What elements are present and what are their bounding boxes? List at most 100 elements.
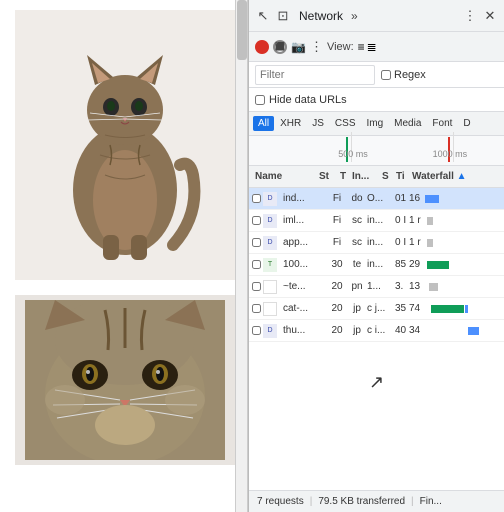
filter-xhr-button[interactable]: XHR	[275, 116, 306, 131]
row-time: 16	[409, 193, 425, 204]
devtools-toolbar: ↖ ⊡ Network » ⋮ ✕	[249, 0, 504, 32]
row-checkbox-area[interactable]	[249, 304, 263, 313]
row-type: jp	[347, 303, 367, 314]
row-status: 20	[327, 281, 347, 292]
row-status: 20	[327, 325, 347, 336]
hide-data-urls-row: Hide data URLs	[249, 88, 504, 112]
row-initiator: c j...	[367, 303, 395, 314]
more-panels-icon[interactable]: »	[351, 9, 358, 23]
table-header: Name St T In... S Ti Waterfall ▲	[249, 166, 504, 188]
cat-full-svg	[45, 25, 205, 265]
row-size: 01	[395, 193, 409, 204]
network-filter-icon[interactable]: ⋮	[310, 39, 323, 55]
row-checkbox-area[interactable]	[249, 216, 263, 225]
cursor-tool-icon[interactable]: ↖	[255, 8, 271, 24]
row-time: 29	[409, 259, 425, 270]
row-initiator: in...	[367, 259, 395, 270]
row-checkbox-area[interactable]	[249, 326, 263, 335]
regex-checkbox[interactable]	[381, 70, 391, 80]
row-type: sc	[347, 215, 367, 226]
row-checkbox-area[interactable]	[249, 194, 263, 203]
left-scrollbar[interactable]	[235, 0, 247, 512]
close-icon[interactable]: ✕	[482, 8, 498, 24]
requests-count: 7 requests	[257, 496, 304, 507]
row-waterfall	[425, 254, 504, 276]
table-row[interactable]: D iml... Fi sc in... 0 I 1 r	[249, 210, 504, 232]
filter-img-button[interactable]: Img	[361, 116, 388, 131]
stop-recording-button[interactable]: ⬛	[273, 40, 287, 54]
regex-label[interactable]: Regex	[381, 69, 426, 81]
filter-doc-button[interactable]: D	[458, 116, 475, 131]
col-header-initiator[interactable]: In...	[352, 171, 382, 182]
record-button[interactable]	[255, 40, 269, 54]
ellipsis-menu-icon[interactable]: ⋮	[462, 8, 478, 24]
table-row[interactable]: cat-... 20 jp c j... 35 74	[249, 298, 504, 320]
table-row[interactable]: D ind... Fi do O... 01 16	[249, 188, 504, 210]
table-row[interactable]: ~te... 20 pn 1... 3. 13	[249, 276, 504, 298]
row-checkbox[interactable]	[252, 238, 261, 247]
row-status: Fi	[327, 193, 347, 204]
col-header-waterfall[interactable]: Waterfall ▲	[412, 171, 504, 182]
devtools-panel: ↖ ⊡ Network » ⋮ ✕ ⬛ 📷 ⋮ View: ≡ ≣ Regex …	[248, 0, 504, 512]
row-checkbox[interactable]	[252, 216, 261, 225]
row-type: sc	[347, 237, 367, 248]
status-bar: 7 requests | 79.5 KB transferred | Fin..…	[249, 490, 504, 512]
detail-view-icon[interactable]: ≣	[367, 40, 377, 54]
view-options: ≡ ≣	[358, 40, 377, 54]
filter-font-button[interactable]: Font	[427, 116, 457, 131]
empty-table-area: ↗	[249, 342, 504, 422]
row-waterfall	[425, 232, 504, 254]
timeline-tick-1000: 1000 ms	[433, 149, 468, 159]
row-file-icon: D	[263, 192, 277, 206]
row-checkbox-area[interactable]	[249, 260, 263, 269]
col-header-status[interactable]: St	[314, 171, 334, 182]
filter-css-button[interactable]: CSS	[330, 116, 361, 131]
col-header-time[interactable]: Ti	[396, 171, 412, 182]
table-row[interactable]: D app... Fi sc in... 0 I 1 r	[249, 232, 504, 254]
row-status: Fi	[327, 237, 347, 248]
col-header-type[interactable]: T	[334, 171, 352, 182]
row-time: 74	[409, 303, 425, 314]
row-name: cat-...	[277, 303, 327, 314]
filter-input[interactable]	[255, 65, 375, 85]
row-waterfall	[425, 210, 504, 232]
row-checkbox[interactable]	[252, 304, 261, 313]
row-checkbox[interactable]	[252, 326, 261, 335]
row-waterfall	[425, 276, 504, 298]
row-size: 85	[395, 259, 409, 270]
row-checkbox[interactable]	[252, 282, 261, 291]
row-size: 35	[395, 303, 409, 314]
row-initiator: in...	[367, 237, 395, 248]
col-header-size[interactable]: S	[382, 171, 396, 182]
screenshot-icon[interactable]: 📷	[291, 40, 306, 54]
filter-js-button[interactable]: JS	[307, 116, 329, 131]
row-status: 20	[327, 303, 347, 314]
network-toolbar: ⬛ 📷 ⋮ View: ≡ ≣	[249, 32, 504, 62]
timeline-tick-500: 500 ms	[338, 149, 368, 159]
hide-data-urls-checkbox[interactable]	[255, 95, 265, 105]
filter-media-button[interactable]: Media	[389, 116, 426, 131]
list-view-icon[interactable]: ≡	[358, 40, 365, 54]
row-checkbox[interactable]	[252, 194, 261, 203]
cat-image-top	[15, 10, 235, 280]
timeline-header: 500 ms 1000 ms	[249, 136, 504, 166]
col-header-name[interactable]: Name	[249, 171, 314, 182]
left-panel	[0, 0, 248, 512]
row-status: Fi	[327, 215, 347, 226]
row-checkbox[interactable]	[252, 260, 261, 269]
row-size: 40	[395, 325, 409, 336]
device-emulation-icon[interactable]: ⊡	[275, 8, 291, 24]
left-scrollbar-thumb[interactable]	[237, 0, 247, 60]
network-table-body: D ind... Fi do O... 01 16 D iml... Fi sc…	[249, 188, 504, 490]
row-initiator: c i...	[367, 325, 395, 336]
table-row[interactable]: T 100... 30 te in... 85 29	[249, 254, 504, 276]
row-checkbox-area[interactable]	[249, 238, 263, 247]
row-file-icon: D	[263, 236, 277, 250]
row-size: 0 I	[395, 215, 409, 226]
table-row[interactable]: D thu... 20 jp c i... 40 34	[249, 320, 504, 342]
filter-all-button[interactable]: All	[253, 116, 274, 131]
row-waterfall	[425, 298, 504, 320]
row-file-icon: D	[263, 214, 277, 228]
filter-row: Regex	[249, 62, 504, 88]
row-checkbox-area[interactable]	[249, 282, 263, 291]
